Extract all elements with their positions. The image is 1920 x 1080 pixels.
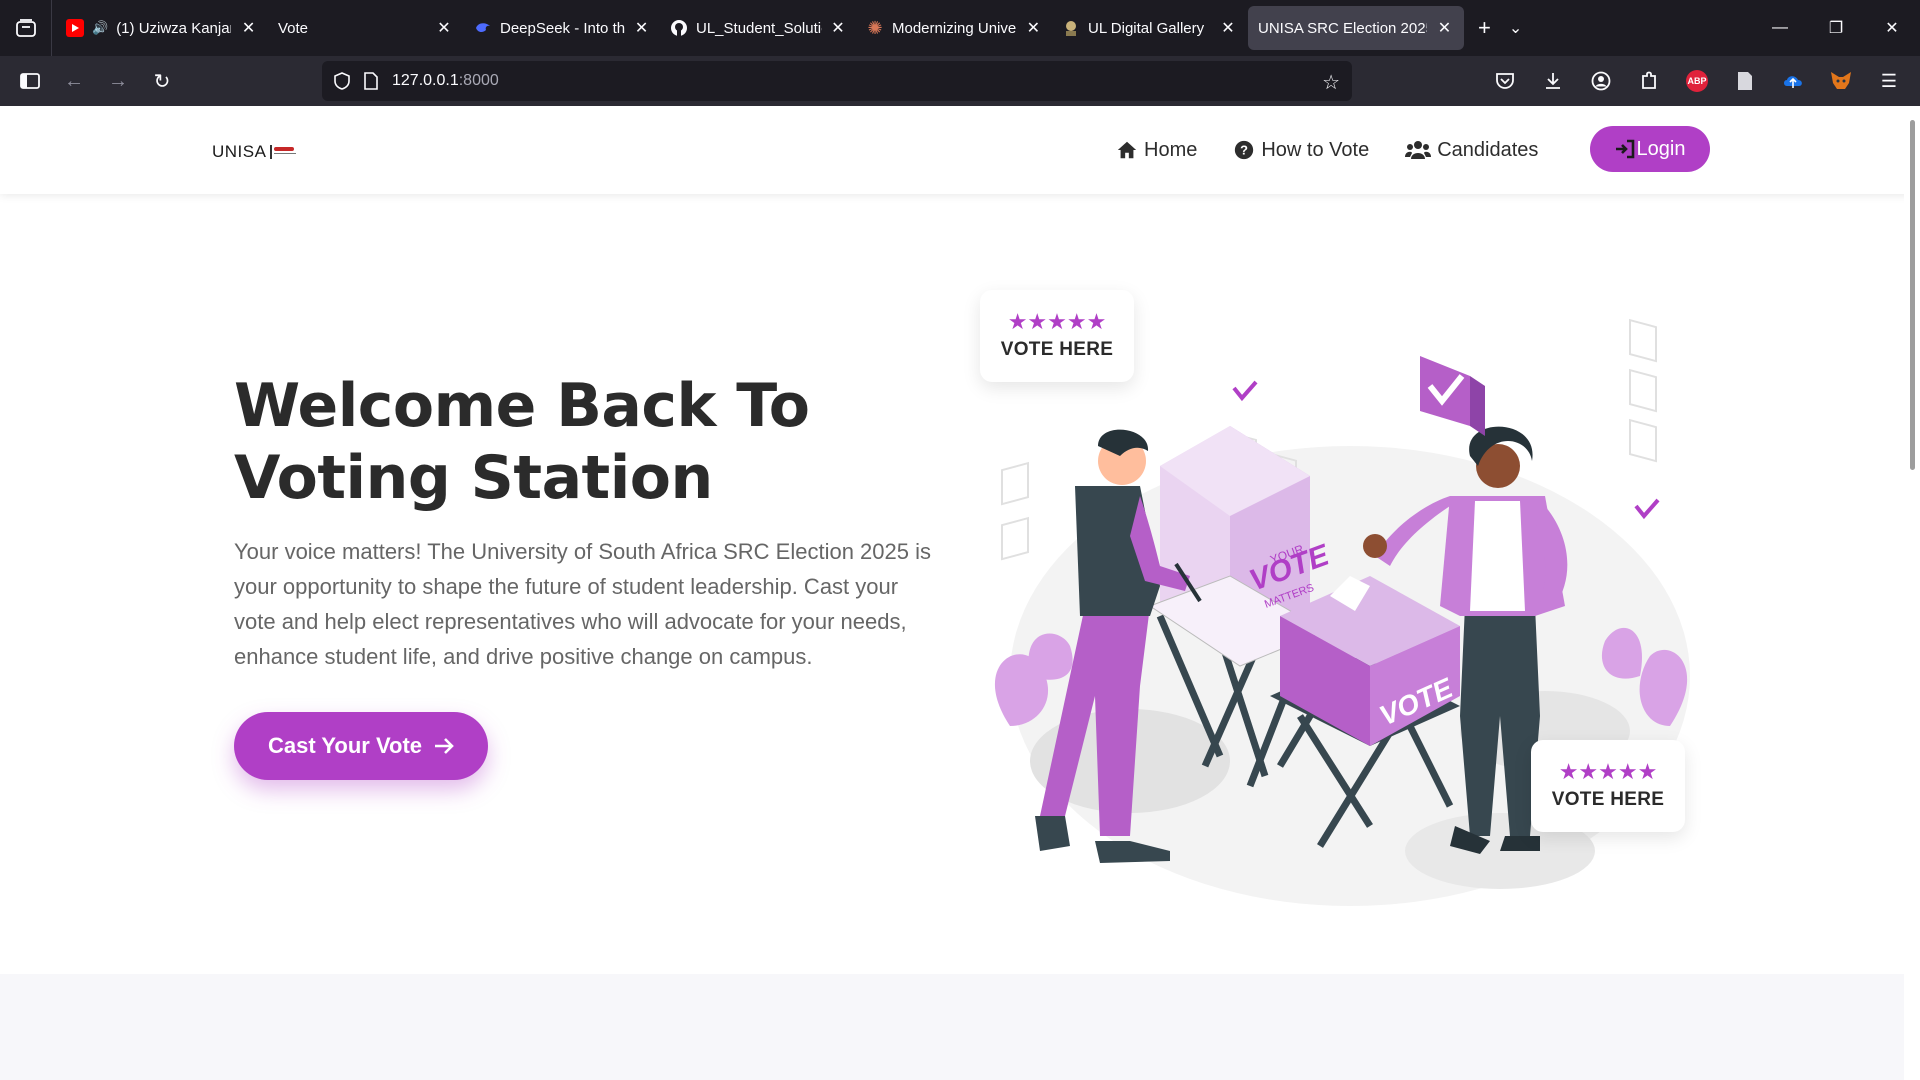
tab-title: DeepSeek - Into the U	[500, 19, 626, 37]
nav-candidates-label: Candidates	[1437, 138, 1539, 161]
tab-gallery[interactable]: UL Digital Gallery ✕	[1052, 6, 1248, 50]
bookmark-star-icon[interactable]: ☆	[1322, 70, 1340, 95]
close-icon[interactable]: ✕	[633, 18, 650, 38]
hero-title-line-1: Welcome Back To	[234, 371, 810, 441]
new-tab-icon[interactable]: +	[1478, 15, 1491, 41]
deepseek-icon	[474, 19, 492, 37]
main-nav: Home ? How to Vote Candidates	[1116, 128, 1538, 172]
cloud-upload-icon[interactable]	[1780, 68, 1806, 94]
reload-icon[interactable]: ↻	[140, 59, 184, 103]
document-icon[interactable]	[1732, 68, 1758, 94]
login-button[interactable]: Login	[1590, 126, 1710, 172]
claude-icon: ✺	[867, 17, 883, 38]
close-icon[interactable]: ✕	[1435, 18, 1454, 38]
list-tabs-icon[interactable]: ⌄	[1509, 18, 1522, 38]
minimize-button[interactable]: —	[1752, 0, 1808, 56]
browser-toolbar: ← → ↻ 127.0.0.1:8000 ☆ ABP ☰	[0, 56, 1920, 106]
close-icon[interactable]: ✕	[830, 18, 846, 38]
tab-title: Vote	[278, 19, 309, 37]
extensions-icon[interactable]	[1636, 68, 1662, 94]
rating-stars-icon: ★★★★★	[1558, 759, 1658, 784]
nav-home[interactable]: Home	[1116, 128, 1197, 172]
logo-mark-icon	[270, 145, 297, 159]
forward-icon[interactable]: →	[96, 59, 140, 103]
rating-stars-icon: ★★★★★	[1007, 309, 1107, 334]
vote-here-card: ★★★★★ VOTE HERE	[1531, 740, 1685, 832]
youtube-icon	[66, 19, 84, 37]
close-icon[interactable]: ✕	[1025, 18, 1042, 38]
site-header: UNISA Home ? How to Vote Candidates Logi…	[0, 106, 1920, 194]
menu-icon[interactable]: ☰	[1876, 68, 1902, 94]
nav-how-to-vote-label: How to Vote	[1261, 138, 1370, 161]
web-page: UNISA Home ? How to Vote Candidates Logi…	[0, 106, 1920, 1080]
tab-deepseek[interactable]: DeepSeek - Into the U ✕	[464, 6, 660, 50]
arrow-right-icon	[435, 738, 454, 754]
tab-title: UL Digital Gallery	[1088, 19, 1205, 37]
tab-title: UNISA SRC Election 2025	[1258, 19, 1427, 37]
metamask-fox-icon[interactable]	[1828, 68, 1854, 94]
page-icon	[364, 72, 378, 90]
tab-vote[interactable]: Vote ✕	[268, 6, 464, 50]
adblock-plus-icon[interactable]: ABP	[1684, 68, 1710, 94]
svg-text:?: ?	[1240, 143, 1248, 158]
tab-title: (1) Uziwza Kanjan	[116, 19, 232, 37]
pocket-icon[interactable]	[1492, 68, 1518, 94]
hero-title: Welcome Back To Voting Station	[234, 370, 994, 514]
speaker-icon[interactable]: 🔊	[92, 20, 108, 36]
logo-text: UNISA	[212, 142, 267, 161]
next-section	[0, 974, 1920, 1080]
close-window-button[interactable]: ✕	[1864, 0, 1920, 56]
close-icon[interactable]: ✕	[1218, 18, 1238, 38]
login-label: Login	[1636, 137, 1686, 160]
question-circle-icon: ?	[1235, 140, 1254, 160]
tab-overview-icon	[15, 19, 36, 37]
hero-description: Your voice matters! The University of So…	[234, 539, 931, 669]
nav-how-to-vote[interactable]: ? How to Vote	[1233, 128, 1369, 172]
scrollbar-thumb[interactable]	[1910, 120, 1915, 470]
vote-here-label: VOTE HERE	[1000, 339, 1114, 360]
close-icon[interactable]: ✕	[239, 18, 258, 38]
cast-vote-label: Cast Your Vote	[267, 733, 423, 758]
nav-candidates[interactable]: Candidates	[1405, 128, 1538, 172]
close-icon[interactable]: ✕	[434, 18, 454, 38]
tab-unisa-election[interactable]: UNISA SRC Election 2025 ✕	[1248, 6, 1464, 50]
browser-tab-bar: 🔊 (1) Uziwza Kanjan ✕ Vote ✕ DeepSeek - …	[0, 0, 1920, 56]
download-icon[interactable]	[1540, 68, 1566, 94]
tab-claude[interactable]: ✺ Modernizing Universit ✕	[856, 6, 1052, 50]
tab-youtube[interactable]: 🔊 (1) Uziwza Kanjan ✕	[56, 6, 268, 50]
unisa-logo[interactable]: UNISA	[212, 142, 297, 162]
github-icon	[670, 19, 688, 37]
sidebar-toggle-icon[interactable]	[8, 59, 52, 103]
vote-here-card: ★★★★★ VOTE HERE	[980, 290, 1134, 382]
nav-home-label: Home	[1144, 138, 1198, 161]
tab-title: Modernizing Universit	[892, 19, 1017, 37]
account-icon[interactable]	[1588, 68, 1614, 94]
tab-overview-button[interactable]	[0, 0, 52, 56]
cast-vote-button[interactable]: Cast Your Vote	[234, 712, 488, 780]
vote-here-label: VOTE HERE	[1551, 789, 1665, 810]
gallery-icon	[1062, 19, 1080, 37]
hero-title-line-2: Voting Station	[234, 443, 713, 513]
check-badge-icon	[1420, 356, 1485, 436]
back-icon[interactable]: ←	[52, 59, 96, 103]
page-scrollbar[interactable]	[1904, 106, 1920, 1080]
restore-button[interactable]: ❐	[1808, 0, 1864, 56]
url-text: 127.0.0.1:8000	[392, 72, 499, 89]
tab-title: UL_Student_Solution/F	[696, 19, 822, 37]
shield-icon	[334, 72, 350, 90]
address-bar[interactable]: 127.0.0.1:8000 ☆	[322, 61, 1352, 101]
sign-in-icon	[1615, 139, 1634, 159]
home-icon	[1117, 141, 1137, 159]
tab-github[interactable]: UL_Student_Solution/F ✕	[660, 6, 856, 50]
users-icon	[1405, 141, 1432, 159]
